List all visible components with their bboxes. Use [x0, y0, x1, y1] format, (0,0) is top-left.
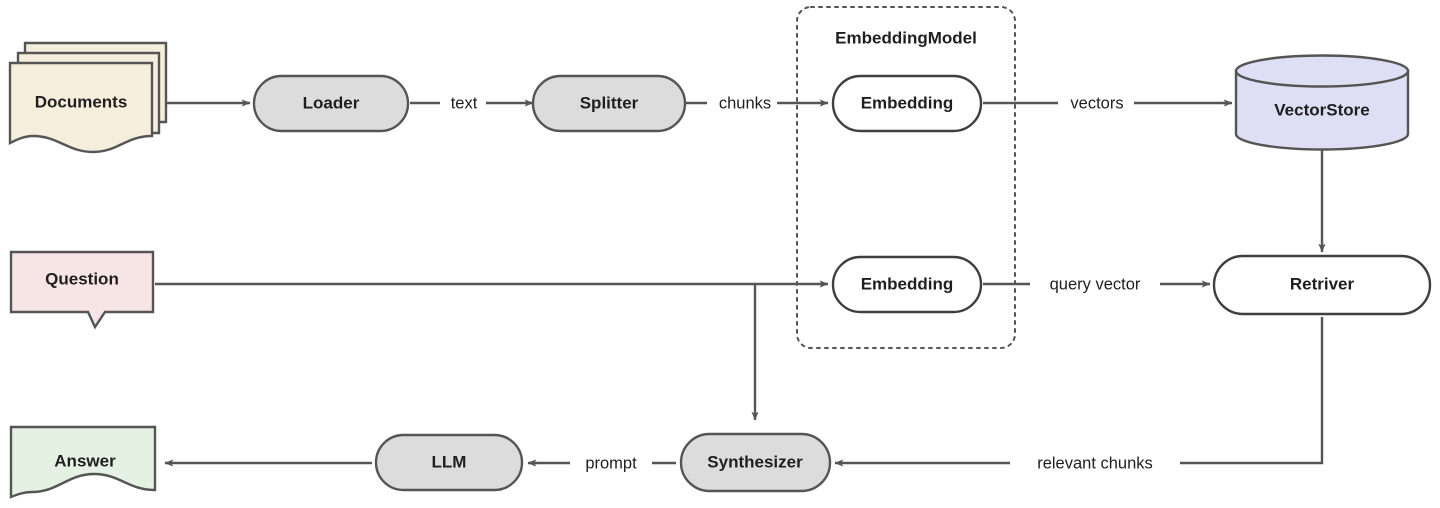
edge-loader-to-splitter: text [410, 92, 534, 114]
node-splitter[interactable]: Splitter [531, 74, 687, 133]
embedding-query-shape [831, 255, 983, 314]
edge-embedding-to-retriver: query vector [983, 273, 1211, 295]
node-question[interactable]: Question [9, 250, 155, 330]
edge-label-backdrop [1058, 92, 1134, 114]
node-loader[interactable]: Loader [252, 74, 410, 133]
llm-shape [374, 433, 524, 492]
retriver-shape [1212, 254, 1432, 316]
node-embedding-query[interactable]: Embedding [831, 255, 983, 314]
edge-retriver-to-synthesizer: relevant chunks [834, 317, 1324, 474]
edge-embedding-to-vectorstore: vectors [983, 92, 1233, 114]
node-synthesizer[interactable]: Synthesizer [679, 432, 832, 493]
node-answer[interactable]: Answer [9, 425, 157, 499]
node-embedding-index[interactable]: Embedding [831, 74, 983, 133]
question-shape [9, 250, 155, 330]
edge-splitter-to-embedding-index: chunks [686, 92, 829, 114]
documents-sheet-front [8, 61, 154, 154]
synthesizer-shape [679, 432, 832, 493]
edge-line [834, 317, 1324, 467]
node-llm[interactable]: LLM [374, 433, 524, 492]
loader-shape [252, 74, 410, 133]
node-retriver[interactable]: Retriver [1212, 254, 1432, 316]
edge-label-backdrop [570, 452, 652, 474]
rag-pipeline-flowchart: EmbeddingModel text chunks vectors query… [8, 6, 1432, 499]
node-vectorstore[interactable]: VectorStore [1234, 54, 1410, 151]
vectorstore-top-ellipse [1234, 54, 1410, 88]
embedding-model-group-label: EmbeddingModel [835, 28, 977, 47]
diagram-canvas: EmbeddingModel text chunks vectors query… [0, 0, 1440, 508]
edge-label-backdrop [707, 92, 777, 114]
edge-label-backdrop [1030, 273, 1160, 295]
splitter-shape [531, 74, 687, 133]
answer-shape [9, 425, 157, 499]
node-documents[interactable]: Documents [8, 41, 168, 154]
edge-label-backdrop [1010, 452, 1180, 474]
embedding-index-shape [831, 74, 983, 133]
edge-label-backdrop [440, 92, 486, 114]
edge-synthesizer-to-llm: prompt [527, 452, 676, 474]
